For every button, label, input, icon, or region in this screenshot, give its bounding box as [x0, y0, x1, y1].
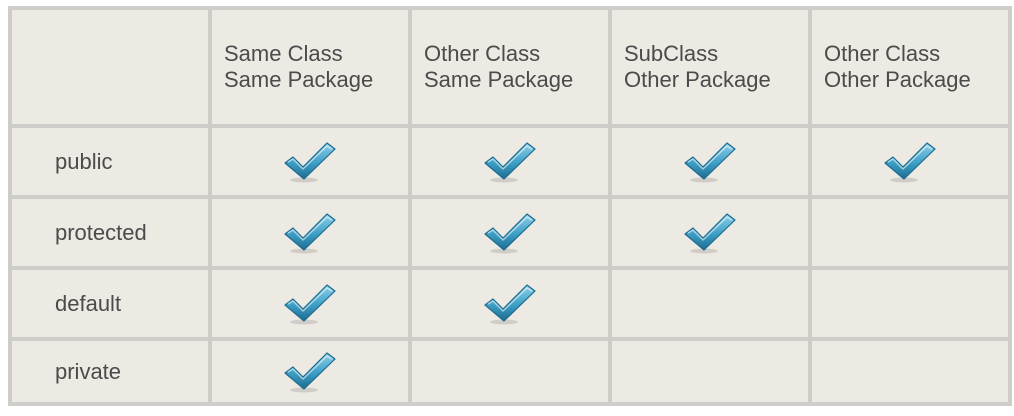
access-cell — [408, 337, 612, 406]
checkmark-icon — [482, 282, 538, 326]
corner-cell — [8, 6, 212, 128]
row-label: public — [8, 123, 212, 200]
access-cell — [608, 195, 812, 271]
access-cell — [608, 337, 812, 406]
checkmark-icon — [282, 350, 338, 394]
column-header-line: Other Class — [424, 41, 541, 66]
column-header-other-class-same-package: Other Class Same Package — [408, 6, 612, 128]
row-label: private — [8, 337, 212, 406]
column-header-line: SubClass — [624, 41, 719, 66]
table-row-protected: protected — [8, 195, 1012, 271]
table-row-public: public — [8, 123, 1012, 200]
table-row-default: default — [8, 266, 1012, 342]
access-cell — [608, 123, 812, 200]
access-cell — [208, 266, 412, 342]
access-cell — [808, 195, 1012, 271]
checkmark-icon — [282, 282, 338, 326]
access-cell — [208, 195, 412, 271]
column-header-subclass-other-package: SubClass Other Package — [608, 6, 812, 128]
row-label: default — [8, 266, 212, 342]
checkmark-icon — [482, 140, 538, 184]
column-header-same-class-same-package: Same Class Same Package — [208, 6, 412, 128]
access-cell — [208, 337, 412, 406]
access-cell — [408, 123, 612, 200]
column-header-line: Same Class — [224, 41, 343, 66]
row-label: protected — [8, 195, 212, 271]
column-header-line: Same Package — [224, 67, 374, 92]
access-cell — [408, 195, 612, 271]
column-header-line: Same Package — [424, 67, 574, 92]
checkmark-icon — [282, 140, 338, 184]
column-header-other-class-other-package: Other Class Other Package — [808, 6, 1012, 128]
table-row-private: private — [8, 337, 1012, 406]
access-cell — [408, 266, 612, 342]
access-cell — [208, 123, 412, 200]
access-modifier-table: Same Class Same Package Other Class Same… — [8, 6, 1012, 406]
access-cell — [608, 266, 812, 342]
column-header-line: Other Package — [624, 67, 771, 92]
column-header-line: Other Class — [824, 41, 941, 66]
access-cell — [808, 123, 1012, 200]
checkmark-icon — [682, 140, 738, 184]
header-row: Same Class Same Package Other Class Same… — [8, 6, 1012, 128]
checkmark-icon — [282, 211, 338, 255]
access-cell — [808, 266, 1012, 342]
access-cell — [808, 337, 1012, 406]
column-header-line: Other Package — [824, 67, 971, 92]
checkmark-icon — [882, 140, 938, 184]
checkmark-icon — [482, 211, 538, 255]
checkmark-icon — [682, 211, 738, 255]
